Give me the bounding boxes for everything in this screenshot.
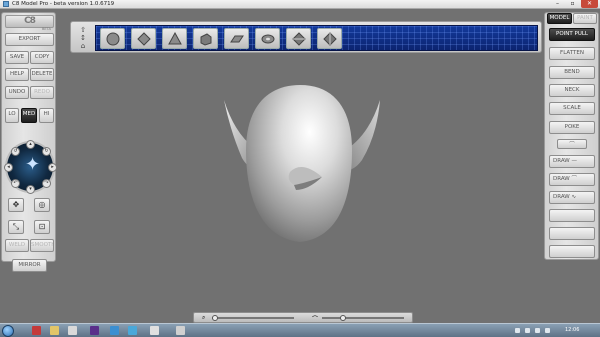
copy-button[interactable]: COPY	[30, 51, 54, 64]
tray-icon-2[interactable]	[525, 328, 530, 333]
arc-icon: ⌒	[571, 176, 577, 182]
disabled-tool-3[interactable]	[549, 245, 595, 258]
save-button[interactable]: SAVE	[5, 51, 29, 64]
brush-slider-track[interactable]	[322, 317, 404, 319]
cube-primitive-icon[interactable]	[131, 28, 156, 49]
cone-primitive-icon[interactable]	[162, 28, 187, 49]
sphere-primitive-icon[interactable]	[100, 28, 125, 49]
tool-bend[interactable]: BEND	[549, 66, 595, 79]
torus-primitive-icon[interactable]	[255, 28, 280, 49]
disabled-tool-1[interactable]	[549, 209, 595, 222]
app-icon-2[interactable]	[68, 326, 77, 335]
draw-label: DRAW	[553, 158, 570, 164]
maximize-button[interactable]: ▫	[566, 0, 579, 8]
navigation-dial[interactable]: ✦ ▴ ▾ ◂ ▸ ↺ ↻ ↶ ↷	[4, 140, 57, 194]
volume-icon[interactable]	[545, 328, 550, 333]
tray-icon-3[interactable]	[535, 328, 540, 333]
right-tool-panel: MODEL PAINT POINT PULL FLATTEN BEND NECK…	[544, 12, 599, 260]
folder-icon[interactable]	[50, 326, 59, 335]
window-title-bar: C8 Model Pro - beta version 1.0.6719 – ▫…	[0, 0, 600, 9]
app-icon	[3, 1, 9, 7]
head-shape	[246, 85, 352, 242]
rotate-right-icon[interactable]: ▸	[48, 163, 57, 172]
zoom-slider-knob[interactable]	[212, 315, 218, 321]
line-icon: —	[571, 158, 577, 164]
smooth-button[interactable]: SMOOTH	[30, 239, 54, 252]
weld-button[interactable]: WELD	[5, 239, 29, 252]
octahedron-primitive-icon[interactable]	[286, 28, 311, 49]
tab-model[interactable]: MODEL	[547, 13, 572, 24]
gem-primitive-icon[interactable]	[317, 28, 342, 49]
draw-label: DRAW	[553, 176, 570, 182]
zoom-window-icon[interactable]: ⊡	[34, 220, 50, 234]
med-detail-button[interactable]: MED	[21, 108, 37, 123]
redo-button[interactable]: REDO	[30, 86, 54, 99]
box-primitive-icon[interactable]	[193, 28, 218, 49]
mirror-button[interactable]: MIRROR	[12, 259, 47, 272]
zoom-slider-track[interactable]	[212, 317, 294, 319]
draw-label: DRAW	[553, 194, 570, 200]
logo-beta-label: BETA	[42, 27, 51, 31]
rotate-upright-icon[interactable]: ↻	[42, 147, 51, 156]
brush-slider-knob[interactable]	[340, 315, 346, 321]
draw-line-button[interactable]: DRAW —	[549, 155, 595, 168]
3d-viewport[interactable]	[0, 9, 600, 323]
c8-taskbar-icon[interactable]	[128, 326, 137, 335]
rotate-down-icon[interactable]: ▾	[26, 185, 35, 194]
help-button[interactable]: HELP	[5, 68, 29, 81]
move-icon[interactable]: ✥	[8, 198, 24, 212]
window-title: C8 Model Pro - beta version 1.0.6719	[12, 1, 115, 7]
app-icon-6[interactable]	[176, 326, 185, 335]
rotate-downleft-icon[interactable]: ↶	[11, 179, 20, 188]
delete-button[interactable]: DELETE	[30, 68, 54, 81]
toolbar-side-icons[interactable]: ⇧ ↕ ⌂	[74, 26, 92, 50]
tool-neck[interactable]: NECK	[549, 84, 595, 97]
disabled-tool-2[interactable]	[549, 227, 595, 240]
tool-poke[interactable]: POKE	[549, 121, 595, 134]
draw-wave-button[interactable]: DRAW ∿	[549, 191, 595, 204]
app-icon-4[interactable]	[110, 326, 119, 335]
hi-detail-button[interactable]: HI	[39, 108, 54, 123]
draw-arc-button[interactable]: DRAW ⌒	[549, 173, 595, 186]
brush-icon: ⌒	[312, 316, 319, 323]
orbit-icon[interactable]: ◎	[34, 198, 50, 212]
app-icon-3[interactable]	[90, 326, 99, 335]
close-button[interactable]: ✕	[581, 0, 598, 8]
brush-size-bar: ⌕ ⌒	[193, 312, 413, 323]
zoom-extents-icon[interactable]: ⤡	[8, 220, 24, 234]
tool-flatten[interactable]: FLATTEN	[549, 47, 595, 60]
zoom-icon: ⌕	[202, 314, 206, 321]
wave-icon: ∿	[571, 194, 577, 200]
rotate-downright-icon[interactable]: ↷	[42, 179, 51, 188]
app-icon-5[interactable]	[150, 326, 159, 335]
figure-icon: ✦	[25, 154, 41, 175]
tool-point-pull[interactable]: POINT PULL	[549, 28, 595, 41]
minimize-button[interactable]: –	[551, 0, 564, 8]
undo-button[interactable]: UNDO	[5, 86, 29, 99]
start-button[interactable]	[2, 325, 14, 337]
rotate-left-icon[interactable]: ◂	[4, 163, 13, 172]
plane-primitive-icon[interactable]	[224, 28, 249, 49]
lo-detail-button[interactable]: LO	[5, 108, 19, 123]
primitive-toolbar: ≡ ⇧↕⌂	[70, 21, 542, 53]
head-model[interactable]	[0, 9, 600, 323]
app-icon-1[interactable]	[32, 326, 41, 335]
taskbar: 12:06	[0, 323, 600, 337]
export-button[interactable]: EXPORT	[5, 33, 54, 46]
rotate-up-icon[interactable]: ▴	[26, 140, 35, 149]
rotate-upleft-icon[interactable]: ↺	[11, 147, 20, 156]
tool-scale[interactable]: SCALE	[549, 102, 595, 115]
tab-paint[interactable]: PAINT	[573, 13, 597, 24]
tray-icon-1[interactable]	[515, 328, 520, 333]
primitive-shelf	[95, 25, 538, 51]
falloff-curve-icon[interactable]: ⌒	[557, 139, 587, 149]
left-tool-panel: C8 BETA EXPORT SAVE COPY HELP DELETE UND…	[1, 12, 57, 272]
clock: 12:06	[565, 327, 580, 333]
